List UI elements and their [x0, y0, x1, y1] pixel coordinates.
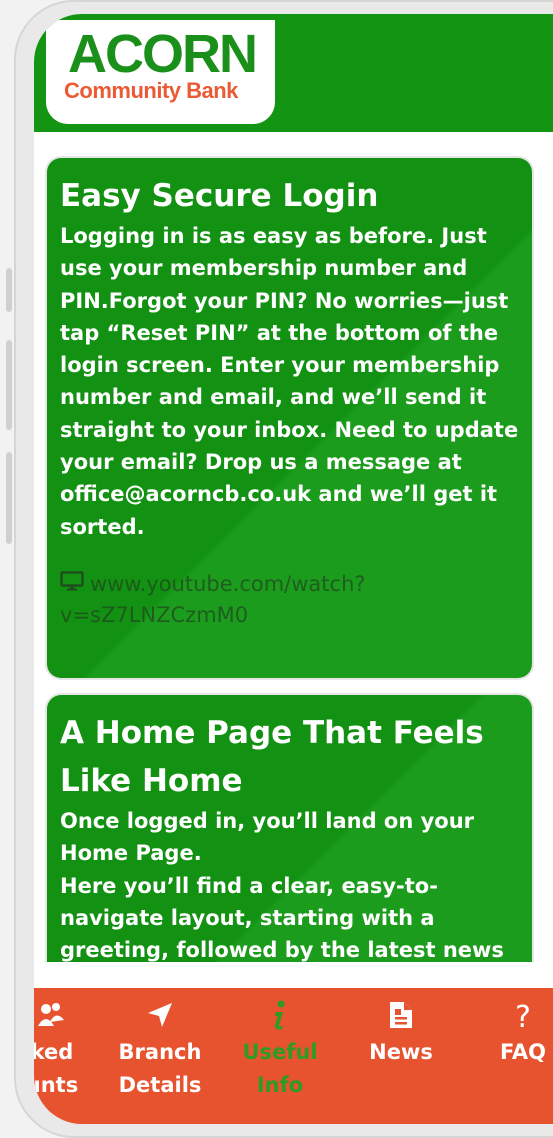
location-arrow-icon — [110, 988, 210, 1036]
card-body-intro: Once logged in, you’ll land on your Home… — [60, 809, 475, 866]
card-title: Easy Secure Login — [60, 178, 379, 214]
app-header: ACORN Community Bank — [34, 14, 553, 132]
phone-side-button — [6, 452, 12, 544]
nav-label: Useful — [242, 1040, 318, 1064]
content-scroll-area[interactable]: Easy Secure Login Logging in is as easy … — [34, 132, 553, 962]
nav-label: ked — [34, 1040, 74, 1064]
info-card-home-page: A Home Page That Feels Like Home Once lo… — [47, 695, 532, 962]
card-body-detail: Here you’ll find a clear, easy-to-naviga… — [60, 873, 504, 962]
monitor-icon — [60, 569, 84, 600]
phone-side-button — [6, 268, 12, 312]
phone-side-button — [6, 340, 12, 430]
nav-news[interactable]: News — [359, 988, 443, 1069]
card-body: Logging in is as easy as before. Just us… — [60, 224, 519, 539]
info-card-login: Easy Secure Login Logging in is as easy … — [47, 158, 532, 678]
video-link-text[interactable]: www.youtube.com/watch?v=sZ7LNZCzmM0 — [60, 572, 366, 628]
question-icon: ? — [515, 1000, 531, 1035]
news-icon — [359, 988, 443, 1036]
nav-branch-details[interactable]: Branch Details — [110, 988, 210, 1102]
card-title: A Home Page That Feels Like Home — [60, 715, 484, 799]
bottom-nav: ked unts Branch Details Useful Info News… — [34, 988, 553, 1124]
nav-linked-accounts[interactable]: ked unts — [34, 988, 84, 1102]
nav-label: News — [369, 1040, 433, 1064]
nav-label: FAQ — [499, 1040, 547, 1064]
video-link[interactable]: www.youtube.com/watch?v=sZ7LNZCzmM0 — [60, 569, 520, 632]
nav-label: Details — [118, 1073, 202, 1097]
nav-faq[interactable]: ? FAQ — [492, 988, 553, 1069]
nav-label: unts — [34, 1073, 79, 1097]
linked-accounts-icon — [34, 988, 84, 1036]
logo-subtitle: Community Bank — [64, 78, 238, 103]
brand-logo[interactable]: ACORN Community Bank — [46, 20, 275, 124]
app-screen: ACORN Community Bank Easy Secure Login L… — [34, 14, 553, 1124]
nav-useful-info[interactable]: Useful Info — [234, 988, 326, 1102]
info-icon — [234, 988, 326, 1036]
logo-wordmark: ACORN — [68, 24, 258, 84]
nav-label: Info — [256, 1073, 304, 1097]
nav-label: Branch — [118, 1040, 202, 1064]
